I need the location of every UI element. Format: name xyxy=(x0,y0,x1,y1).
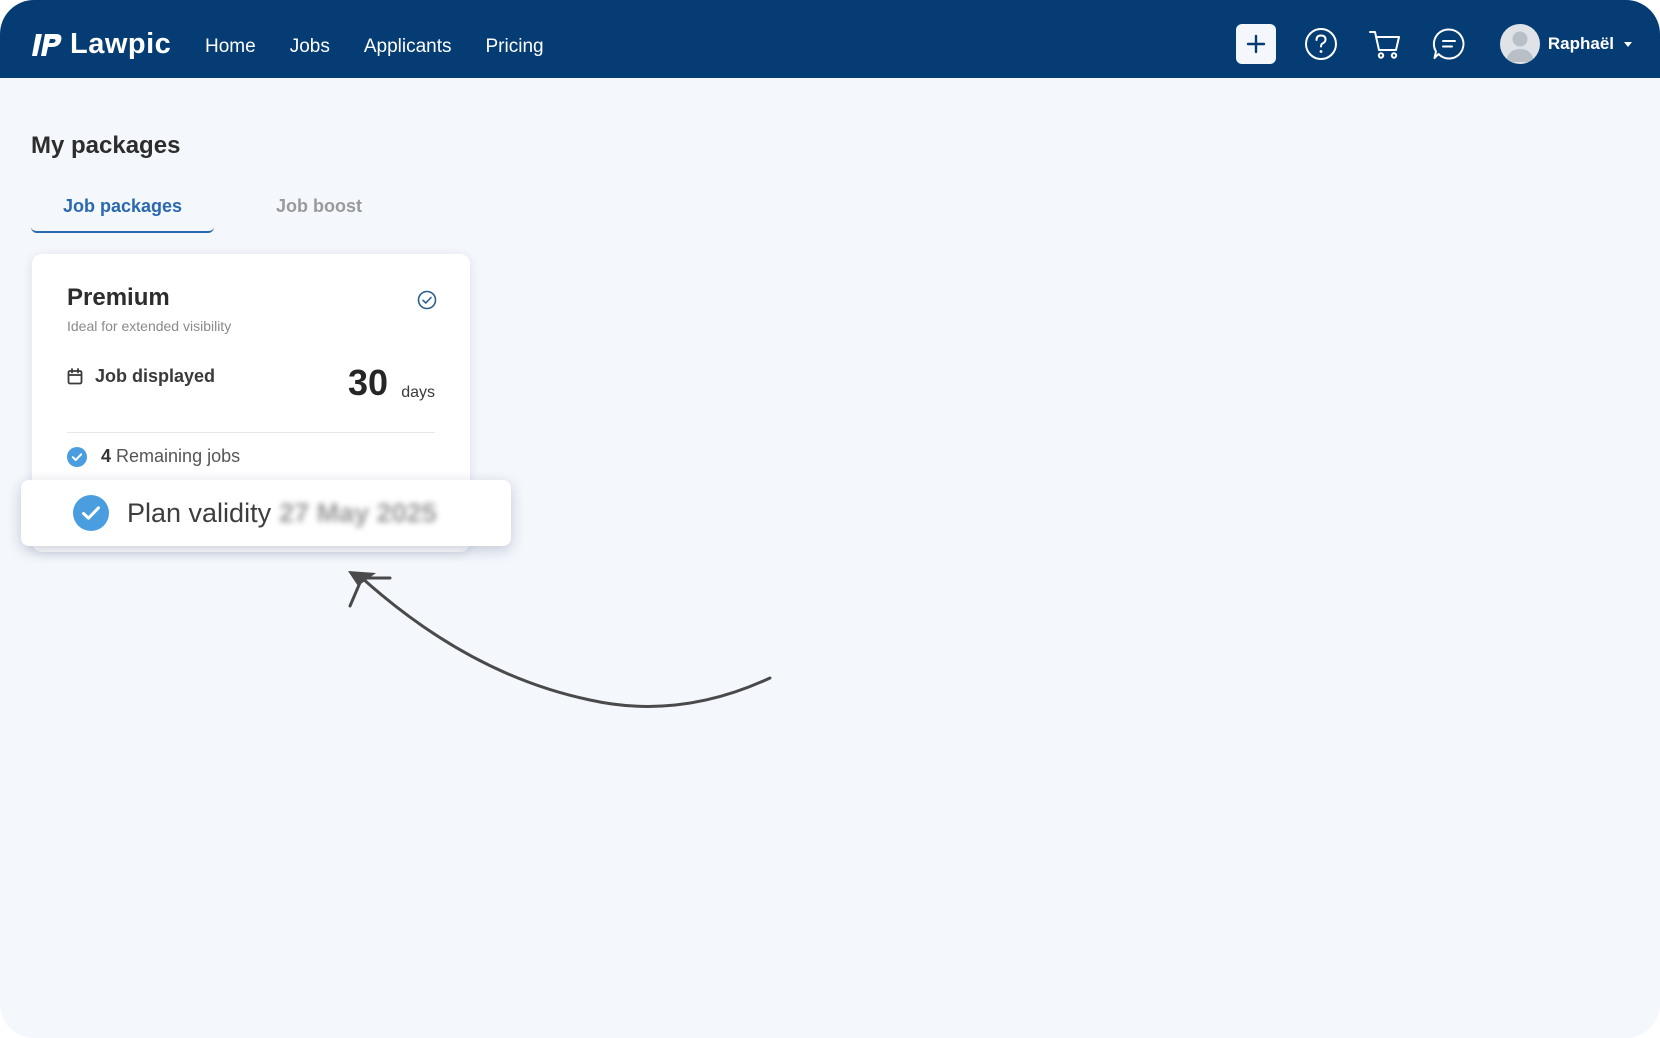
nav-pricing[interactable]: Pricing xyxy=(486,36,544,58)
plus-icon xyxy=(1246,34,1266,54)
chat-icon xyxy=(1432,28,1465,60)
days-value: 30 xyxy=(347,362,388,403)
user-menu[interactable]: Raphaël xyxy=(1499,24,1632,64)
nav-applicants[interactable]: Applicants xyxy=(364,36,452,58)
lawpic-logo-icon xyxy=(32,33,62,56)
brand-name: Lawpic xyxy=(70,28,172,60)
avatar xyxy=(1499,24,1540,64)
tab-job-boost[interactable]: Job boost xyxy=(276,190,362,233)
annotation-arrow-icon xyxy=(348,571,772,708)
top-navigation-bar: Lawpic Home Jobs Applicants Pricing Raph… xyxy=(0,0,1660,78)
create-button[interactable] xyxy=(1235,24,1276,64)
package-subtitle: Ideal for extended visibility xyxy=(67,318,232,334)
check-circle-icon xyxy=(67,446,87,467)
plan-validity-date: 27 May 2025 xyxy=(279,497,437,528)
job-displayed-label: Job displayed xyxy=(95,366,216,386)
cart-button[interactable] xyxy=(1366,25,1404,63)
remaining-jobs-row: 4 Remaining jobs xyxy=(67,446,240,467)
package-title: Premium xyxy=(67,284,170,311)
plan-validity-callout: Plan validity 27 May 2025 xyxy=(21,480,511,546)
remaining-jobs-text: 4 Remaining jobs xyxy=(101,446,240,467)
user-name: Raphaël xyxy=(1547,34,1614,53)
job-displayed-row: Job displayed xyxy=(67,366,215,387)
remaining-label: Remaining jobs xyxy=(116,446,241,466)
user-avatar-icon xyxy=(1505,31,1534,62)
chevron-down-icon xyxy=(1624,41,1632,47)
check-circle-icon xyxy=(73,495,109,531)
nav-home[interactable]: Home xyxy=(205,36,256,58)
package-tabs: Job packages Job boost xyxy=(31,190,362,233)
days-unit: days xyxy=(401,384,435,401)
header-actions: Raphaël xyxy=(1235,24,1632,64)
card-divider xyxy=(67,432,435,433)
brand-logo[interactable]: Lawpic xyxy=(32,28,171,61)
calendar-icon xyxy=(67,368,83,385)
help-button[interactable] xyxy=(1302,25,1340,63)
nav-jobs[interactable]: Jobs xyxy=(290,36,330,58)
main-nav: Home Jobs Applicants Pricing xyxy=(205,36,544,58)
plan-validity-label: Plan validity xyxy=(127,497,272,528)
cart-icon xyxy=(1368,31,1400,59)
help-icon xyxy=(1304,28,1337,60)
tab-job-packages[interactable]: Job packages xyxy=(31,190,214,233)
check-circle-outline-icon xyxy=(417,290,437,310)
remaining-count: 4 xyxy=(101,446,112,466)
messages-button[interactable] xyxy=(1430,25,1468,63)
app-frame: Lawpic Home Jobs Applicants Pricing Raph… xyxy=(0,0,1660,1038)
page-title: My packages xyxy=(31,132,181,159)
